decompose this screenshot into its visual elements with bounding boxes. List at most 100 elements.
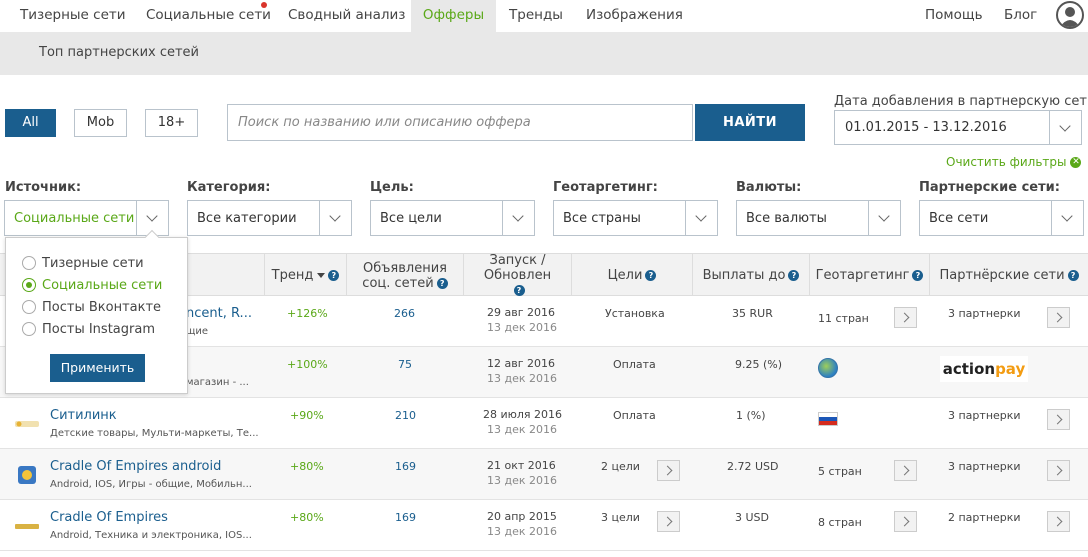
date-range-select[interactable]: 01.01.2015 - 13.12.2016 [834,110,1082,145]
ads-count-link[interactable]: 169 [395,460,416,473]
user-avatar[interactable] [1056,1,1084,29]
source-option-instagram-posts[interactable]: Посты Instagram [22,322,155,337]
source-option-social[interactable]: Социальные сети [22,278,162,293]
nav-tab-social[interactable]: Социальные сети [146,0,271,32]
table-row[interactable]: Ситилинк Детские товары, Мульти-маркеты,… [0,398,1088,449]
nav-tab-summary[interactable]: Сводный анализ [288,0,405,32]
networks-count: 3 партнерки [948,460,1021,473]
filter-networks-select[interactable]: Все сети [919,200,1084,236]
offer-name-link[interactable]: Cradle Of Empires android [50,459,221,474]
networks-expand-button[interactable] [1047,460,1070,481]
source-option-vk-posts[interactable]: Посты Вконтакте [22,300,161,315]
offer-name-link[interactable]: Ситилинк [50,408,117,423]
search-button[interactable]: НАЙТИ [695,104,805,141]
filter-goal-select[interactable]: Все цели [370,200,535,236]
column-header-launch-text: Запуск / Обновлен [483,253,552,283]
networks-expand-button[interactable] [1047,409,1070,430]
filter-mob-button[interactable]: Mob [74,109,127,137]
help-icon[interactable]: ? [513,285,525,296]
source-option-teaser[interactable]: Тизерные сети [22,256,144,271]
radio-button[interactable] [22,322,36,336]
trend-value: +80% [290,460,324,473]
ads-count-link[interactable]: 169 [395,511,416,524]
date-range-value: 01.01.2015 - 13.12.2016 [845,120,1007,135]
nav-tab-images[interactable]: Изображения [586,0,683,32]
column-header-trend-label: Тренд [271,268,314,283]
offer-category: Android, Техника и электроника, IOS... [50,530,252,541]
blog-link[interactable]: Блог [1004,0,1037,32]
help-icon[interactable]: ? [436,277,448,289]
geo-expand-button[interactable] [894,460,917,481]
goals-expand-button[interactable] [657,460,680,481]
sub-navigation: Топ партнерских сетей [0,32,1088,75]
launch-date: 29 авг 2016 [487,306,555,319]
offer-category: Android, IOS, Игры - общие, Мобильн... [50,479,252,490]
help-icon[interactable]: ? [912,270,924,281]
launch-date: 21 окт 2016 [487,459,556,472]
help-icon[interactable]: ? [328,270,340,281]
nav-tab-teaser[interactable]: Тизерные сети [20,0,126,32]
search-input[interactable] [227,104,693,141]
globe-icon [818,358,838,378]
ads-count-link[interactable]: 75 [398,358,412,371]
filter-networks-value: Все сети [929,211,989,226]
clear-filters-link[interactable]: Очистить фильтры ✕ [946,155,1082,169]
updated-date: 13 дек 2016 [487,423,558,436]
nav-tab-trends[interactable]: Тренды [509,0,563,32]
ads-count-link[interactable]: 266 [394,307,415,320]
offer-name-link[interactable]: Cradle Of Empires [50,510,168,525]
citilink-logo-icon [15,421,39,427]
networks-count: 3 партнерки [948,307,1021,320]
help-icon[interactable]: ? [1067,270,1079,281]
column-header-launch[interactable]: Запуск / Обновлен? [464,253,572,297]
filter-currency-select[interactable]: Все валюты [736,200,901,236]
updated-date: 13 дек 2016 [487,321,558,334]
help-icon[interactable]: ? [645,270,657,281]
geo-countries: 5 стран [818,465,862,478]
filter-source-select[interactable]: Социальные сети [4,200,169,236]
column-header-ads[interactable]: Объявления соц. сетей? [347,254,464,297]
filter-all-button[interactable]: All [5,109,56,137]
subnav-top-networks[interactable]: Топ партнерских сетей [39,45,199,60]
geo-countries: 11 стран [818,312,869,325]
help-link[interactable]: Помощь [925,0,983,32]
column-header-networks[interactable]: Партнёрские сети? [930,254,1088,297]
chevron-down-icon [685,201,717,235]
nav-tab-offers[interactable]: Офферы [411,0,496,32]
goal-text: 3 цели [601,511,640,524]
filter-adult-button[interactable]: 18+ [145,109,198,137]
table-row[interactable]: Cradle Of Empires Android, Техника и эле… [0,500,1088,551]
chevron-down-icon [319,201,351,235]
ads-count-link[interactable]: 210 [395,409,416,422]
filter-currency-label: Валюты: [736,180,802,195]
russia-flag-icon [818,412,838,426]
close-icon: ✕ [1070,157,1082,168]
radio-button[interactable] [22,300,36,314]
filter-geo-select[interactable]: Все страны [553,200,718,236]
table-row[interactable]: Cradle Of Empires android Android, IOS, … [0,449,1088,500]
offer-name-link[interactable]: ncent, R... [186,306,252,321]
updated-date: 13 дек 2016 [487,474,558,487]
actionpay-logo-part2: pay [995,360,1026,378]
column-header-geo[interactable]: Геотаргетинг? [810,254,930,297]
networks-expand-button[interactable] [1047,511,1070,532]
cradle-of-empires-logo-icon [15,524,39,529]
geo-expand-button[interactable] [894,307,917,328]
radio-button[interactable] [22,256,36,270]
filter-category-select[interactable]: Все категории [187,200,352,236]
networks-expand-button[interactable] [1047,307,1070,328]
column-header-goals[interactable]: Цели? [572,254,693,297]
geo-countries: 8 стран [818,516,862,529]
trend-value: +126% [287,307,328,320]
column-header-geo-label: Геотаргетинг [815,268,910,283]
help-icon[interactable]: ? [788,270,800,281]
column-header-payout[interactable]: Выплаты до? [693,254,810,297]
date-range-label: Дата добавления в партнерскую сеть [834,94,1088,109]
notification-dot [261,2,267,8]
goals-expand-button[interactable] [657,511,680,532]
column-header-trend[interactable]: Тренд? [265,254,347,297]
apply-button[interactable]: Применить [50,354,145,382]
radio-button-selected[interactable] [22,278,36,292]
geo-expand-button[interactable] [894,511,917,532]
user-icon [1060,7,1080,27]
